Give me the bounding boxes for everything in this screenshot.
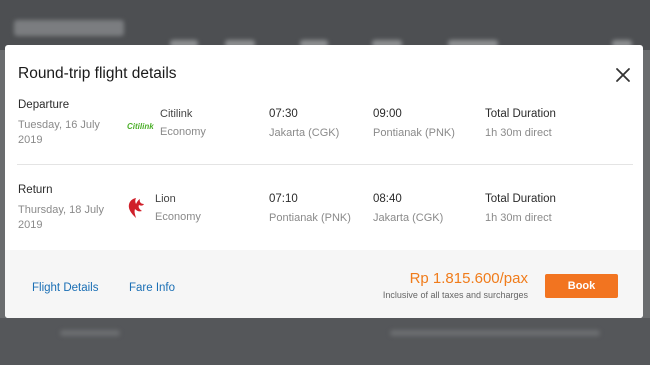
modal-footer: Flight Details Fare Info Rp 1.815.600/pa… (5, 250, 643, 318)
book-button[interactable]: Book (545, 274, 618, 298)
return-airline: Lion (155, 193, 176, 205)
return-dep-place: Pontianak (PNK) (269, 212, 351, 224)
departure-duration: 1h 30m direct (485, 127, 552, 139)
price-note: Inclusive of all taxes and surcharges (382, 290, 528, 300)
return-date: Thursday, 18 July 2019 (18, 204, 105, 231)
departure-label: Departure (18, 99, 70, 111)
departure-dep-place: Jakarta (CGK) (269, 127, 340, 139)
flight-details-link[interactable]: Flight Details (32, 282, 98, 294)
departure-arr-time: 09:00 (373, 108, 402, 120)
background-bar (60, 330, 120, 336)
departure-airline: Citilink (160, 108, 193, 120)
price-per-pax: Rp 1.815.600/pax (409, 270, 528, 287)
return-arr-time: 08:40 (373, 193, 402, 205)
return-arr-place: Jakarta (CGK) (373, 212, 444, 224)
return-dep-time: 07:10 (269, 193, 298, 205)
citilink-logo-text: Citilink (127, 122, 154, 131)
departure-duration-label: Total Duration (485, 108, 556, 120)
return-duration-label: Total Duration (485, 193, 556, 205)
citilink-logo: Citilink (127, 116, 154, 134)
close-icon[interactable] (613, 65, 633, 85)
lion-logo-icon (128, 198, 144, 218)
return-label: Return (18, 184, 53, 196)
section-divider (17, 164, 633, 165)
return-class: Economy (155, 211, 201, 223)
departure-dep-time: 07:30 (269, 108, 298, 120)
flight-details-modal: Round-trip flight details Departure Tues… (5, 45, 643, 318)
departure-arr-place: Pontianak (PNK) (373, 127, 455, 139)
background-bar (390, 330, 600, 336)
departure-date: Tuesday, 16 July 2019 (18, 119, 100, 146)
fare-info-link[interactable]: Fare Info (129, 282, 175, 294)
departure-class: Economy (160, 126, 206, 138)
background-title (14, 20, 124, 36)
modal-title: Round-trip flight details (18, 65, 177, 82)
background-bottom (0, 318, 650, 365)
return-duration: 1h 30m direct (485, 212, 552, 224)
